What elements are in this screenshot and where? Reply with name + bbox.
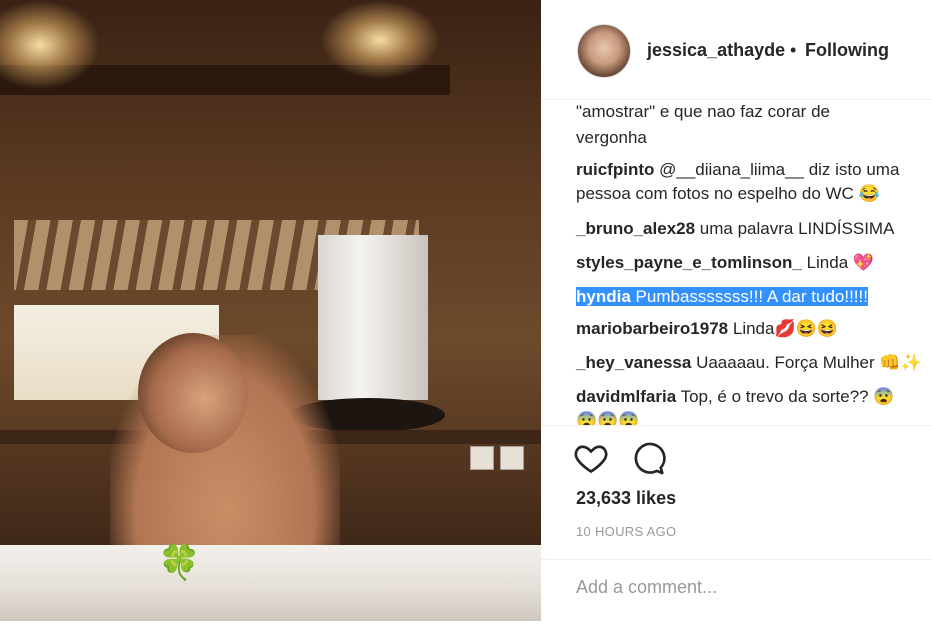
comment-line: ruicfpinto @__diiana_liima__ diz isto um…	[576, 160, 899, 180]
comment-text: pessoa com fotos no espelho do WC 😂	[576, 184, 880, 203]
comment-text: Linda 💖	[806, 253, 875, 272]
comment-line: styles_payne_e_tomlinson_ Linda 💖	[576, 253, 874, 273]
ceiling-light-right	[320, 0, 440, 80]
comment-username[interactable]: _bruno_alex28	[576, 219, 695, 238]
separator-dot: •	[790, 40, 797, 60]
comment-line: "amostrar" e que nao faz corar de	[576, 102, 830, 122]
comment-username[interactable]: ruicfpinto	[576, 160, 654, 179]
comment-text: Uaaaaau. Força Mulher 👊✨	[696, 353, 922, 372]
comment-box	[541, 559, 932, 629]
outlet	[500, 446, 524, 470]
outlet	[470, 446, 494, 470]
comment-line: pessoa com fotos no espelho do WC 😂	[576, 184, 880, 204]
comment-line: vergonha	[576, 128, 647, 148]
comment-username[interactable]: _hey_vanessa	[576, 353, 691, 372]
comment-text: "amostrar" e que nao faz corar de	[576, 102, 830, 121]
comment-line: 😨😨😨	[576, 411, 640, 425]
post-timestamp: 10 HOURS AGO	[576, 524, 677, 539]
comment-text: Top, é o trevo da sorte?? 😨	[680, 387, 895, 406]
comment-line-selected: hyndia Pumbasssssss!!! A dar tudo!!!!!	[576, 287, 868, 307]
post-side-panel: jessica_athayde • Following "amostrar" e…	[541, 0, 932, 621]
bathtub	[0, 545, 541, 621]
heart-icon[interactable]	[573, 440, 609, 476]
comment-text: @__diiana_liima__ diz isto uma	[659, 160, 900, 179]
comment-username[interactable]: styles_payne_e_tomlinson_	[576, 253, 802, 272]
comment-line: davidmlfaria Top, é o trevo da sorte?? 😨	[576, 387, 895, 407]
ceiling-light-left	[0, 0, 100, 90]
comment-icon[interactable]	[630, 440, 666, 476]
comment-text: 😨😨😨	[576, 411, 640, 425]
comment-line: _hey_vanessa Uaaaaau. Força Mulher 👊✨	[576, 353, 922, 373]
comment-username[interactable]: davidmlfaria	[576, 387, 676, 406]
post-photo[interactable]: 🍀	[0, 0, 541, 621]
comment-text: Pumbasssssss!!! A dar tudo!!!!!	[635, 287, 868, 306]
clover-sticker: 🍀	[158, 543, 201, 583]
like-count[interactable]: 23,633 likes	[576, 488, 676, 509]
comment-text: Linda💋😆😆	[732, 319, 838, 338]
person-head	[138, 333, 248, 453]
post-username[interactable]: jessica_athayde	[647, 40, 785, 61]
comment-username[interactable]: hyndia	[576, 287, 631, 306]
comment-line: mariobarbeiro1978 Linda💋😆😆	[576, 319, 838, 339]
following-button[interactable]: Following	[805, 40, 889, 61]
comment-line: _bruno_alex28 uma palavra LINDÍSSIMA	[576, 219, 894, 239]
avatar[interactable]	[577, 24, 631, 78]
post-actions: 23,633 likes 10 HOURS AGO	[541, 425, 932, 625]
comment-text: vergonha	[576, 128, 647, 147]
comment-text: uma palavra LINDÍSSIMA	[699, 219, 895, 238]
post-header: jessica_athayde • Following	[541, 0, 932, 100]
add-comment-input[interactable]	[574, 576, 908, 599]
comment-username[interactable]: mariobarbeiro1978	[576, 319, 728, 338]
comment-list[interactable]: "amostrar" e que nao faz corar de vergon…	[541, 100, 932, 425]
